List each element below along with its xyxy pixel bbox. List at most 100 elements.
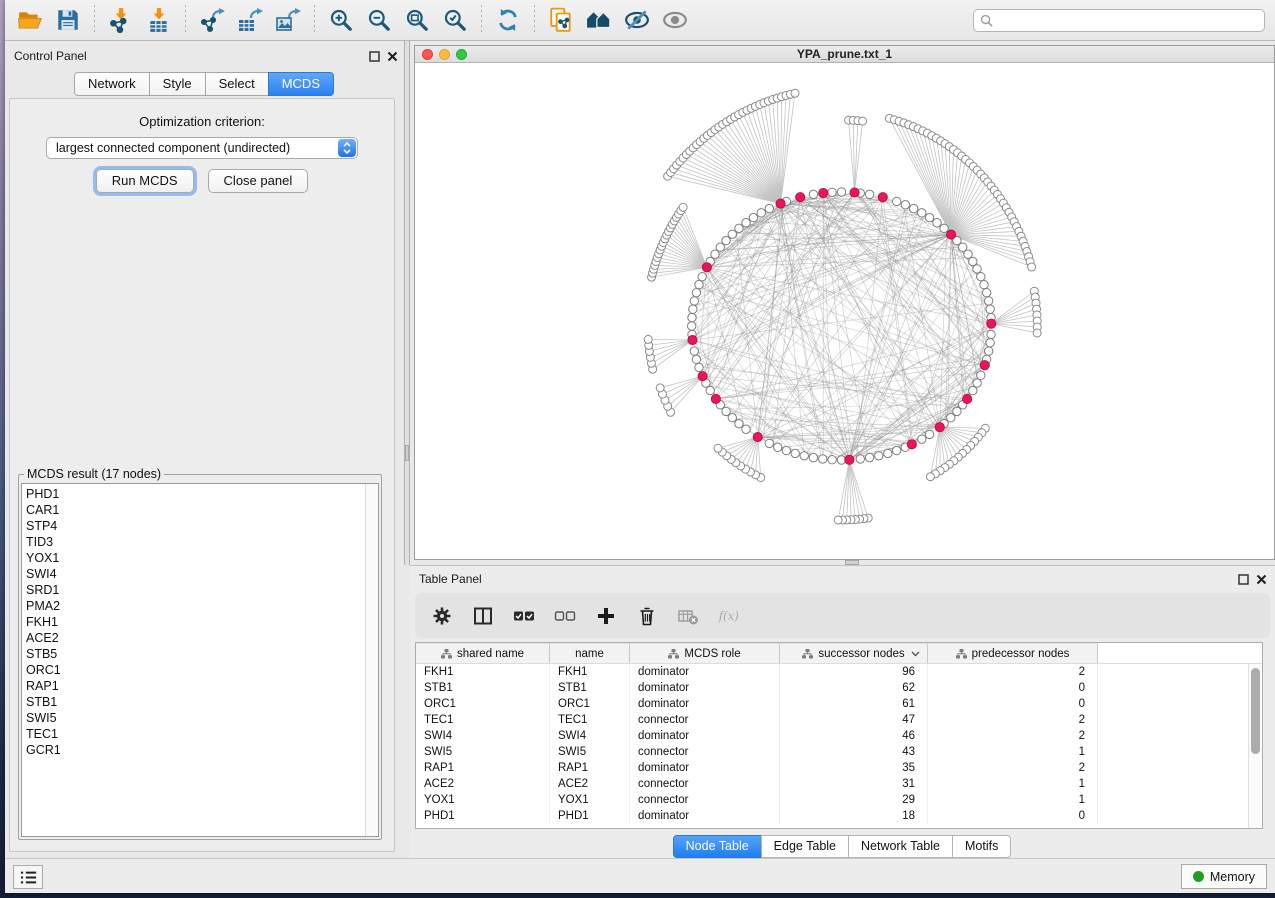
tab-network-table[interactable]: Network Table — [848, 835, 953, 858]
export-image-button[interactable] — [269, 4, 307, 36]
table-scrollbar[interactable] — [1248, 664, 1262, 828]
import-network-button[interactable] — [102, 4, 140, 36]
table-row[interactable]: RAP1RAP1dominator352 — [416, 760, 1248, 776]
table-cell: 2 — [928, 760, 1098, 776]
zoom-fit-button[interactable] — [398, 4, 436, 36]
network-window-title: YPA_prune.txt_1 — [415, 47, 1274, 61]
close-panel-icon[interactable] — [387, 51, 398, 62]
table-row[interactable]: ORC1ORC1dominator610 — [416, 696, 1248, 712]
task-history-button[interactable] — [13, 865, 43, 889]
network-window-titlebar[interactable]: YPA_prune.txt_1 — [415, 46, 1274, 63]
criterion-select[interactable]: largest connected component (undirected) — [46, 137, 358, 159]
table-row[interactable]: ACE2ACE2connector311 — [416, 776, 1248, 792]
table-cell: 1 — [928, 744, 1098, 760]
function-builder-button[interactable]: f(x) — [714, 601, 744, 631]
save-session-button[interactable] — [49, 4, 87, 36]
export-table-button[interactable] — [231, 4, 269, 36]
table-scrollbar-thumb[interactable] — [1251, 668, 1260, 754]
list-item[interactable]: RAP1 — [22, 678, 364, 694]
table-rows: FKH1FKH1dominator962STB1STB1dominator620… — [416, 664, 1248, 828]
table-row[interactable]: SWI4SWI4dominator462 — [416, 728, 1248, 744]
hide-selected-button[interactable] — [618, 4, 656, 36]
delete-entry-button[interactable] — [632, 601, 662, 631]
dominator-node — [819, 188, 828, 197]
close-panel-icon[interactable] — [1256, 574, 1267, 585]
tab-node-table[interactable]: Node Table — [673, 835, 762, 858]
list-item[interactable]: SWI4 — [22, 566, 364, 582]
table-cell: connector — [630, 792, 780, 808]
list-item[interactable]: ACE2 — [22, 630, 364, 646]
search-input[interactable] — [993, 10, 1258, 31]
table-mode-gear-button[interactable] — [427, 601, 457, 631]
tab-edge-table[interactable]: Edge Table — [761, 835, 849, 858]
network-canvas[interactable] — [415, 64, 1274, 559]
refresh-network-button[interactable] — [489, 4, 527, 36]
import-table-button[interactable] — [140, 4, 178, 36]
list-item[interactable]: ORC1 — [22, 662, 364, 678]
table-cell: ORC1 — [416, 696, 550, 712]
dominator-node — [907, 440, 916, 449]
zoom-selected-button[interactable] — [436, 4, 474, 36]
table-row[interactable]: YOX1YOX1connector291 — [416, 792, 1248, 808]
float-window-icon[interactable] — [1238, 574, 1249, 585]
tab-motifs[interactable]: Motifs — [952, 835, 1011, 858]
mcds-result-group: MCDS result (17 nodes) PHD1CAR1STP4TID3Y… — [18, 467, 382, 840]
show-eye-button[interactable] — [656, 4, 694, 36]
select-all-checkboxes-icon — [513, 605, 535, 627]
tab-style[interactable]: Style — [149, 72, 206, 96]
list-item[interactable]: TEC1 — [22, 726, 364, 742]
vertical-splitter-handle[interactable] — [405, 445, 409, 461]
add-entry-button[interactable] — [591, 601, 621, 631]
table-row[interactable]: PHD1PHD1dominator180 — [416, 808, 1248, 824]
table-row[interactable]: FKH1FKH1dominator962 — [416, 664, 1248, 680]
column-header-MCDS-role[interactable]: MCDS role — [630, 643, 780, 663]
select-all-button[interactable] — [509, 601, 539, 631]
deselect-all-button[interactable] — [550, 601, 580, 631]
run-mcds-button[interactable]: Run MCDS — [96, 169, 194, 193]
list-item[interactable]: STB5 — [22, 646, 364, 662]
control-panel: Control Panel Network Style Select MCDS … — [5, 41, 404, 858]
list-item[interactable]: GCR1 — [22, 742, 364, 758]
list-item[interactable]: TID3 — [22, 534, 364, 550]
table-cell: 43 — [780, 744, 928, 760]
open-session-button[interactable] — [11, 4, 49, 36]
list-item[interactable]: PHD1 — [22, 486, 364, 502]
list-item[interactable]: SRD1 — [22, 582, 364, 598]
list-item[interactable]: STB1 — [22, 694, 364, 710]
mcds-result-title: MCDS result (17 nodes) — [24, 467, 164, 481]
column-header-successor-nodes[interactable]: successor nodes — [780, 643, 928, 663]
table-cell: TEC1 — [550, 712, 630, 728]
zoom-selected-icon — [442, 7, 468, 33]
table-cell: RAP1 — [550, 760, 630, 776]
table-row[interactable]: TEC1TEC1connector472 — [416, 712, 1248, 728]
show-columns-button[interactable] — [468, 601, 498, 631]
node-table[interactable]: shared namenameMCDS rolesuccessor nodesp… — [415, 642, 1263, 829]
list-item[interactable]: CAR1 — [22, 502, 364, 518]
zoom-in-button[interactable] — [322, 4, 360, 36]
mcds-result-scrollbar[interactable] — [365, 484, 378, 836]
table-row[interactable]: SWI5SWI5connector431 — [416, 744, 1248, 760]
clone-network-button[interactable] — [542, 4, 580, 36]
column-header-name[interactable]: name — [550, 643, 630, 663]
tab-network[interactable]: Network — [74, 72, 150, 96]
home-networks-button[interactable] — [580, 4, 618, 36]
list-item[interactable]: FKH1 — [22, 614, 364, 630]
list-item[interactable]: YOX1 — [22, 550, 364, 566]
export-network-button[interactable] — [193, 4, 231, 36]
column-header-predecessor-nodes[interactable]: predecessor nodes — [928, 643, 1098, 663]
tab-mcds[interactable]: MCDS — [268, 72, 334, 96]
tab-select[interactable]: Select — [205, 72, 269, 96]
zoom-out-button[interactable] — [360, 4, 398, 36]
column-header-shared-name[interactable]: shared name — [416, 643, 550, 663]
close-panel-button[interactable]: Close panel — [208, 169, 309, 193]
mcds-result-list[interactable]: PHD1CAR1STP4TID3YOX1SWI4SRD1PMA2FKH1ACE2… — [22, 486, 364, 836]
float-window-icon[interactable] — [369, 51, 380, 62]
delete-table-button[interactable] — [673, 601, 703, 631]
list-item[interactable]: STP4 — [22, 518, 364, 534]
table-cell: 35 — [780, 760, 928, 776]
status-bar: Memory — [5, 858, 1275, 893]
list-item[interactable]: PMA2 — [22, 598, 364, 614]
table-row[interactable]: STB1STB1dominator620 — [416, 680, 1248, 696]
list-item[interactable]: SWI5 — [22, 710, 364, 726]
memory-button[interactable]: Memory — [1181, 864, 1267, 889]
